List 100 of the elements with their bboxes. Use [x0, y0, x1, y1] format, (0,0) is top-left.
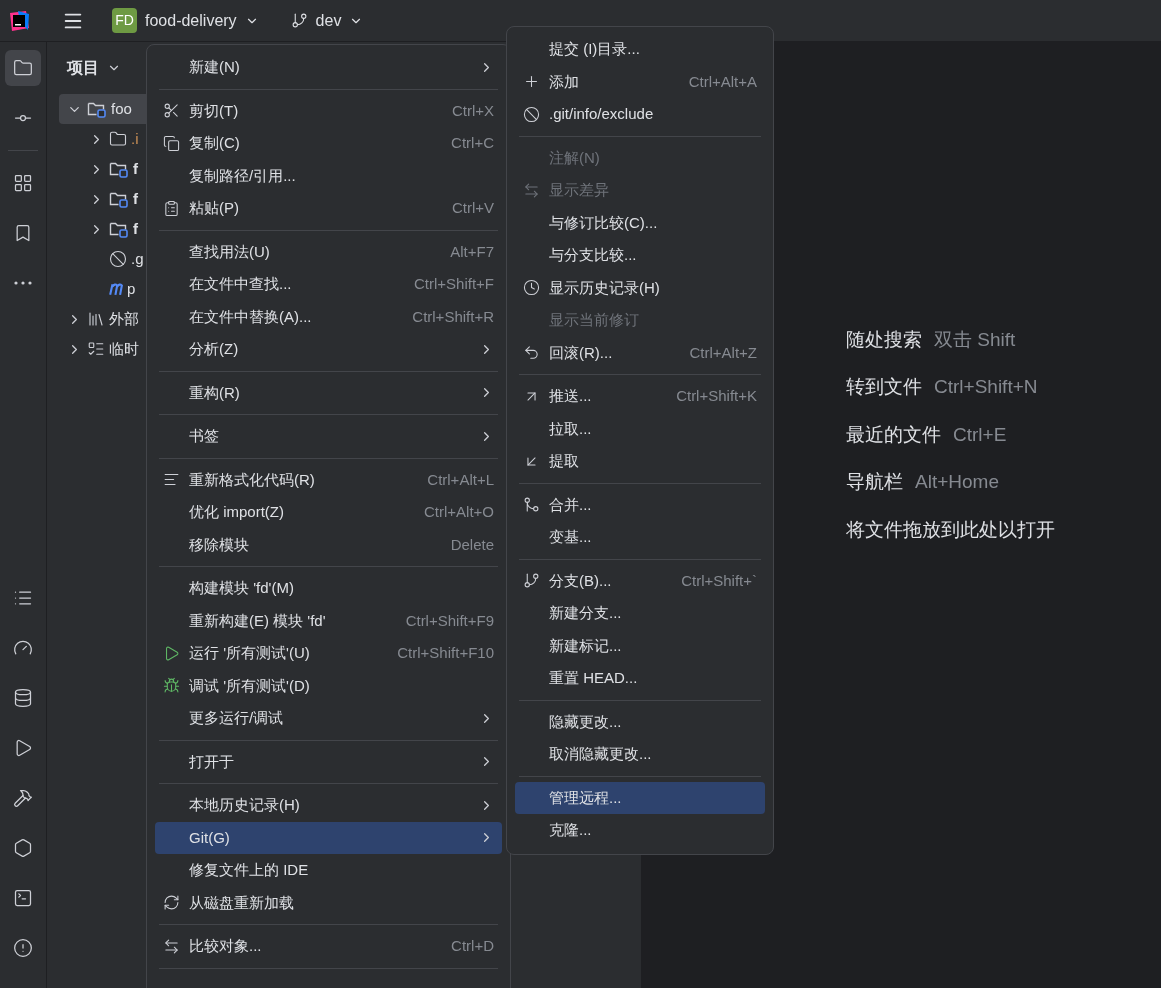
menu-item[interactable]: 提交 (I)目录... — [515, 33, 765, 66]
hint-shortcut: Ctrl+Shift+N — [934, 375, 1038, 400]
menu-item[interactable]: 新建(N) — [155, 51, 502, 84]
terminal-icon — [13, 888, 33, 908]
scratches-icon — [87, 340, 105, 358]
panel-title: 项目 — [67, 58, 99, 78]
branch-icon — [290, 12, 308, 29]
menu-item[interactable]: 更多运行/调试 — [155, 702, 502, 735]
menu-item[interactable]: Git(G) — [155, 821, 502, 854]
branch-icon — [523, 572, 540, 590]
hint-label: 将文件拖放到此处以打开 — [846, 517, 1055, 542]
shortcut-label: Delete — [450, 534, 494, 555]
play-icon — [163, 644, 180, 662]
menu-item[interactable]: 打开于 — [155, 745, 502, 778]
menu-item[interactable]: 克隆... — [515, 814, 765, 847]
merge-icon — [523, 496, 540, 514]
menu-item[interactable]: 重置 HEAD... — [515, 662, 765, 695]
menu-item[interactable]: 重构(R) — [155, 376, 502, 409]
tree-label: 临时 — [109, 338, 139, 359]
module-folder-icon — [87, 100, 107, 118]
shortcut-label: Ctrl+Shift+F — [413, 274, 494, 294]
shortcut-label: Ctrl+Shift+F10 — [397, 643, 494, 663]
project-badge: FD — [112, 8, 137, 33]
ignore-icon — [523, 105, 540, 123]
app-logo-icon — [8, 9, 30, 32]
shortcut-label: Ctrl+D — [451, 936, 494, 956]
menu-item[interactable]: 推送... Ctrl+Shift+K — [515, 380, 765, 413]
menu-item[interactable]: 变基... — [515, 521, 765, 554]
hint-label: 导航栏 — [846, 470, 903, 495]
module-folder-icon — [109, 190, 129, 208]
tree-label: .g — [131, 248, 144, 269]
more-icon — [14, 281, 32, 285]
menu-item[interactable]: 运行 '所有测试'(U) Ctrl+Shift+F10 — [155, 637, 502, 670]
menu-item[interactable]: 显示历史记录(H) — [515, 271, 765, 304]
ignore-icon — [109, 250, 127, 268]
menu-item[interactable]: 修复文件上的 IDE — [155, 854, 502, 887]
project-selector[interactable]: FD food-delivery — [112, 8, 259, 33]
clipboard-icon — [163, 199, 180, 217]
tree-label: .i — [131, 128, 139, 149]
shortcut-label: Ctrl+Alt+O — [423, 502, 494, 522]
module-folder-icon — [109, 220, 129, 238]
tree-label: f — [133, 158, 138, 179]
menu-item[interactable]: 管理远程... — [515, 781, 765, 814]
shortcut-label: Ctrl+Shift+K — [676, 386, 757, 406]
hint-label: 随处搜索 — [846, 327, 922, 352]
tree-label: 外部 — [109, 308, 139, 329]
tree-label: f — [133, 218, 138, 239]
menu-item[interactable]: 移除模块 Delete — [155, 528, 502, 561]
copy-icon — [163, 134, 180, 152]
tree-label: foo — [111, 98, 132, 119]
menu-item[interactable]: 重新格式化代码(R) Ctrl+Alt+L — [155, 463, 502, 496]
scissors-icon — [163, 102, 180, 120]
menu-item[interactable]: 本地历史记录(H) — [155, 789, 502, 822]
maven-icon — [109, 282, 123, 296]
tree-label: p — [127, 278, 136, 299]
shortcut-label: Alt+F7 — [450, 241, 494, 262]
menu-item[interactable]: 隐藏更改... — [515, 705, 765, 738]
database-icon — [13, 688, 33, 708]
menu-item[interactable]: 提取 — [515, 445, 765, 478]
shortcut-label: Ctrl+Shift+` — [681, 570, 757, 591]
menu-item[interactable]: .git/info/exclude — [515, 98, 765, 131]
menu-item[interactable]: 回滚(R)... Ctrl+Alt+Z — [515, 336, 765, 369]
libraries-icon — [87, 310, 105, 328]
menu-item[interactable]: 合并... — [515, 488, 765, 521]
branch-selector[interactable]: dev — [290, 8, 364, 33]
tool-window-button[interactable] — [5, 50, 41, 86]
hammer-icon — [13, 788, 33, 808]
menu-item[interactable]: 书签 — [155, 420, 502, 453]
menu-item[interactable]: 拉取... — [515, 412, 765, 445]
shortcut-label: Ctrl+Shift+R — [412, 306, 494, 327]
hexagon-icon — [13, 838, 33, 858]
compare-icon — [523, 181, 540, 199]
shortcut-label: Ctrl+C — [451, 133, 494, 153]
menu-item[interactable]: 新建标记... — [515, 629, 765, 662]
shortcut-label: Ctrl+X — [451, 100, 494, 121]
menu-item[interactable]: 取消隐藏更改... — [515, 738, 765, 771]
compare-icon — [163, 937, 180, 955]
undo-icon — [523, 344, 540, 362]
reload-icon — [163, 894, 180, 912]
menu-item[interactable]: 与修订比较(C)... — [515, 206, 765, 239]
shortcut-label: Ctrl+Shift+F9 — [405, 610, 494, 631]
menu-item[interactable]: 重新构建(E) 模块 'fd' Ctrl+Shift+F9 — [155, 604, 502, 637]
menu-item[interactable]: 新建分支... — [515, 597, 765, 630]
hint-label: 转到文件 — [846, 375, 922, 400]
menu-item[interactable]: 添加 Ctrl+Alt+A — [515, 65, 765, 98]
folder-icon — [13, 58, 33, 78]
shortcut-label: Ctrl+Alt+Z — [689, 342, 757, 363]
menu-item[interactable]: 优化 import(Z) Ctrl+Alt+O — [155, 496, 502, 529]
hint-shortcut: 双击 Shift — [934, 327, 1016, 352]
menu-item[interactable]: 比较对象... Ctrl+D — [155, 930, 502, 963]
menu-item[interactable]: 与分支比较... — [515, 239, 765, 272]
menu-item[interactable]: 从磁盘重新加载 — [155, 886, 502, 919]
menu-item[interactable]: 构建模块 'fd'(M) — [155, 572, 502, 605]
shortcut-label: Ctrl+Alt+L — [427, 469, 494, 490]
menu-item[interactable]: 分支(B)... Ctrl+Shift+` — [515, 564, 765, 597]
bug-icon — [163, 677, 180, 695]
folder-icon — [109, 130, 127, 148]
hint-shortcut: Alt+Home — [915, 470, 999, 495]
hint-label: 最近的文件 — [846, 422, 941, 447]
menu-item[interactable]: 调试 '所有测试'(D) — [155, 669, 502, 702]
